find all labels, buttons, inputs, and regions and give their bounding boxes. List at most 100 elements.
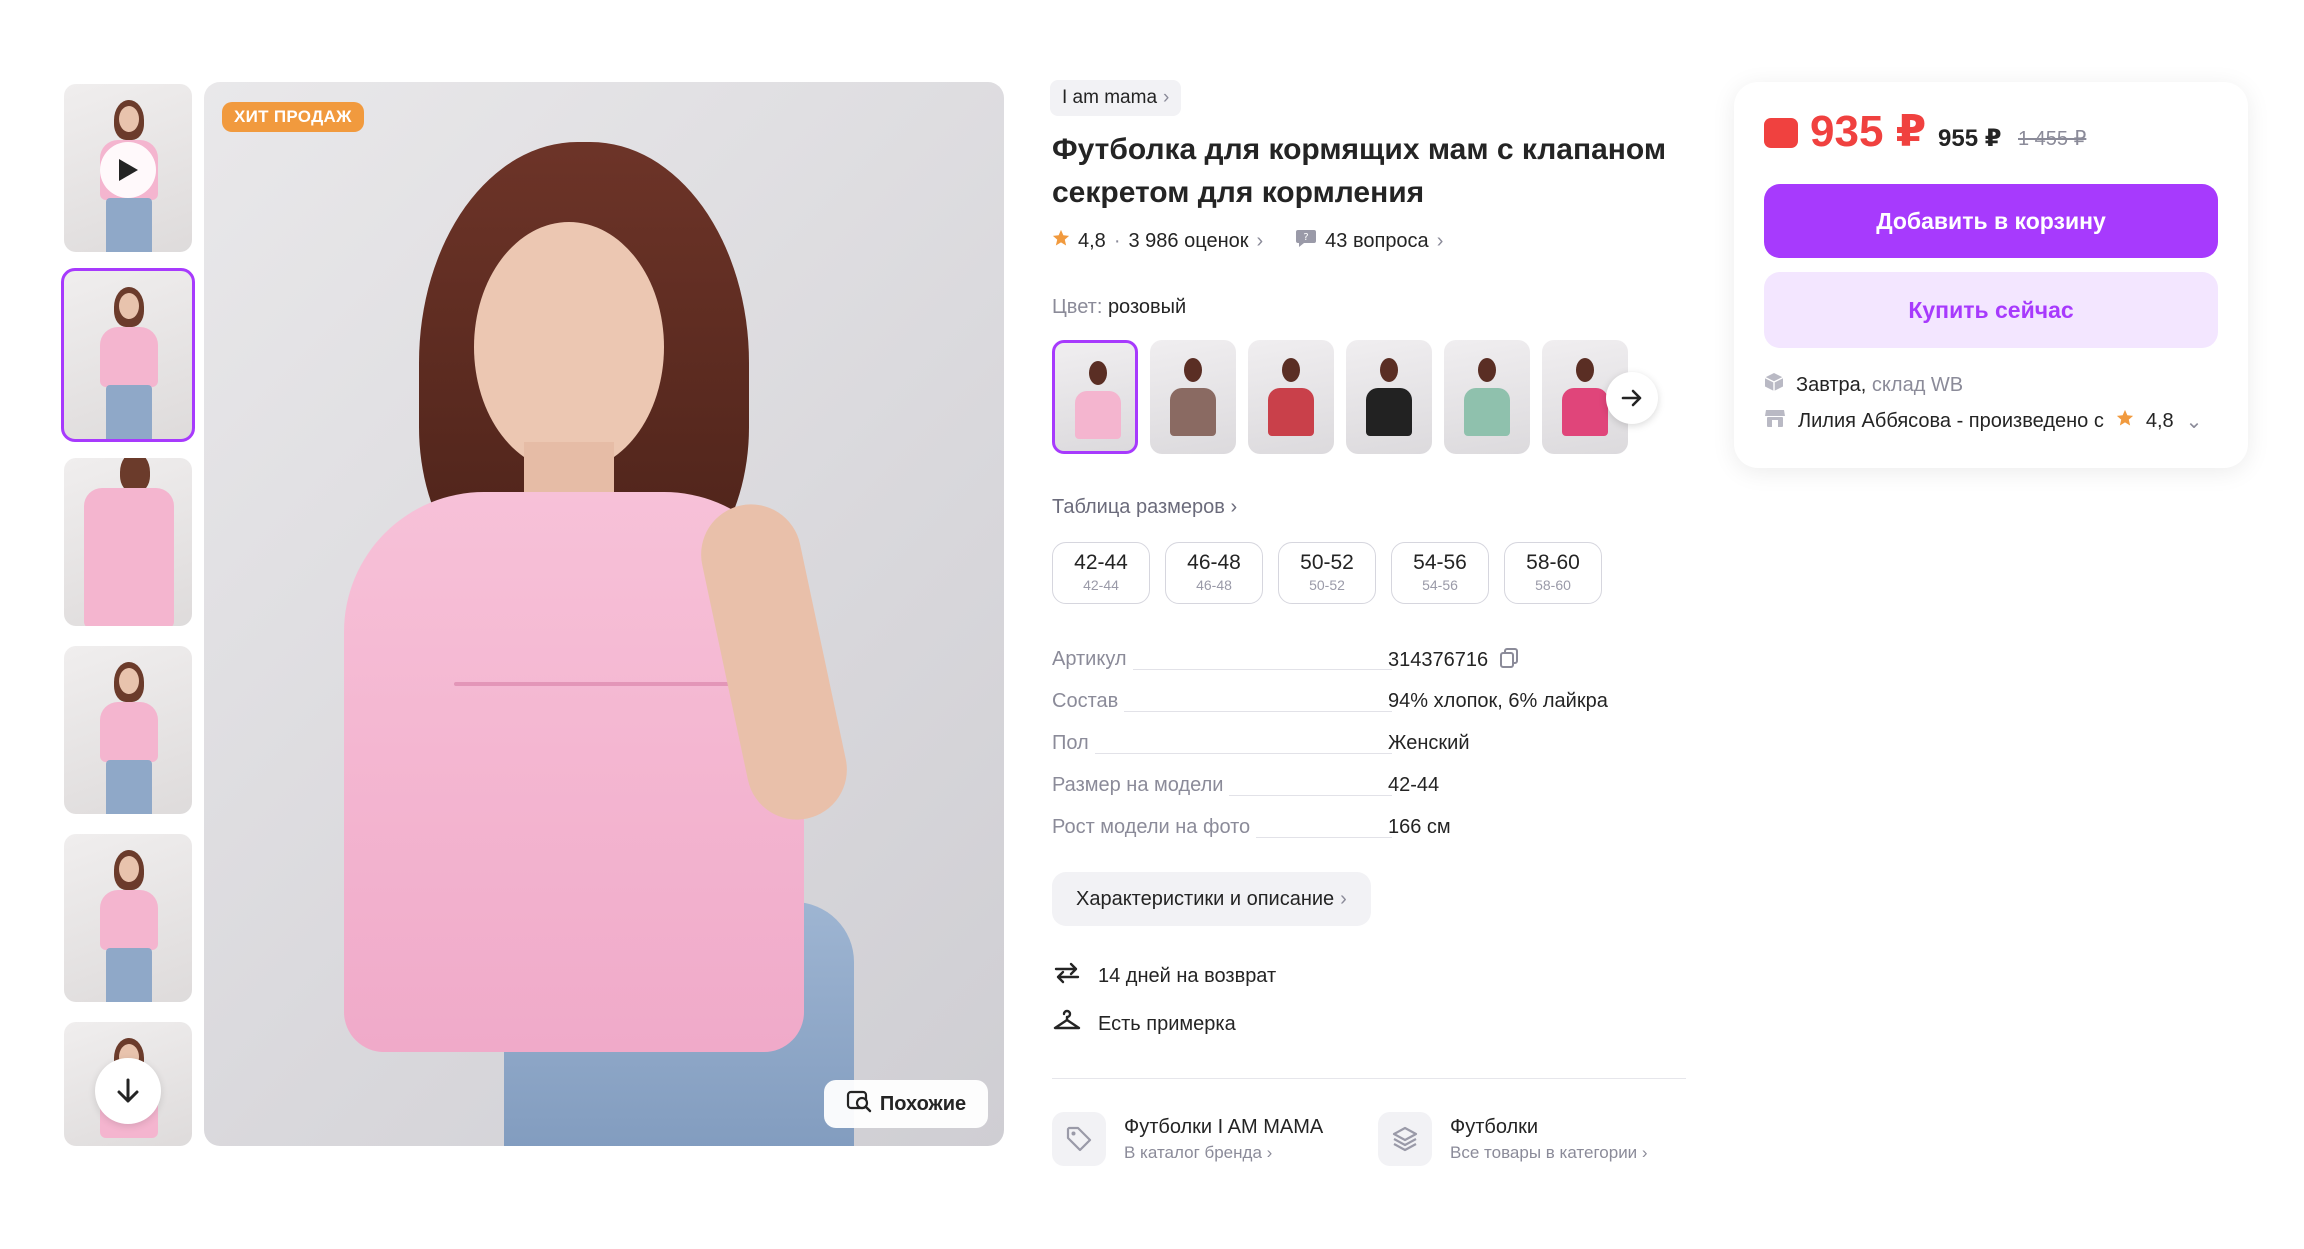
feature-text: Есть примерка (1098, 1012, 1236, 1035)
color-swatch-brown[interactable] (1150, 340, 1236, 454)
tag-icon (1052, 1112, 1106, 1166)
spec-key: Размер на модели (1052, 774, 1230, 797)
spec-row-composition: Состав 94% хлопок, 6% лайкра (1052, 690, 1672, 720)
chevron-right-icon: › (1163, 87, 1170, 108)
color-swatch-black[interactable] (1346, 340, 1432, 454)
size-button[interactable]: 58-60 58-60 (1504, 542, 1602, 604)
category-sub: Все товары в категории (1450, 1143, 1638, 1162)
spec-value: Женский (1388, 732, 1470, 754)
delivery-from: склад WB (1871, 373, 1964, 396)
color-swatch-pink[interactable] (1052, 340, 1138, 454)
arrow-right-icon[interactable] (1606, 372, 1658, 424)
spec-value-article: 314376716 (1388, 648, 1518, 674)
brand-catalog-link[interactable]: Футболки I AM MAMA В каталог бренда › (1052, 1112, 1323, 1166)
color-swatch-red[interactable] (1248, 340, 1334, 454)
size-button[interactable]: 50-52 50-52 (1278, 542, 1376, 604)
size-main: 42-44 (1074, 551, 1128, 574)
price-without-wallet: 955 ₽ (1938, 125, 2002, 152)
divider (1052, 1078, 1686, 1079)
seller-rating: 4,8 (2145, 409, 2174, 432)
color-value: розовый (1107, 296, 1187, 318)
spec-key: Рост модели на фото (1052, 816, 1257, 839)
bestseller-badge: ХИТ ПРОДАЖ (222, 102, 364, 132)
size-main: 46-48 (1187, 551, 1241, 574)
similar-button[interactable]: Похожие (824, 1080, 988, 1128)
spec-row-article: Артикул 314376716 (1052, 648, 1672, 678)
play-icon[interactable] (100, 142, 156, 198)
color-label: Цвет: (1052, 296, 1103, 318)
shop-icon (1764, 408, 1786, 434)
size-sub: 42-44 (1083, 577, 1119, 593)
thumbnail-photo-1[interactable] (61, 268, 195, 442)
feature-fitting: Есть примерка (1052, 1006, 1236, 1042)
similar-label: Похожие (879, 1092, 967, 1115)
feature-text: 14 дней на возврат (1098, 964, 1277, 987)
copy-icon[interactable] (1499, 648, 1518, 674)
size-table-link[interactable]: Таблица размеров › (1052, 496, 1237, 519)
chevron-right-icon: › (1641, 1143, 1648, 1162)
questions-icon: ? (1295, 228, 1317, 254)
size-main: 54-56 (1413, 551, 1467, 574)
color-swatch-mint[interactable] (1444, 340, 1530, 454)
thumbnail-photo-3[interactable] (64, 646, 192, 814)
rating-row: 4,8 · 3 986 оценок › ? 43 вопроса › (1052, 228, 1443, 254)
seller-info[interactable]: Лилия Аббясова - произведено с 4,8 ⌄ (1764, 408, 2202, 434)
box-icon (1764, 372, 1784, 398)
color-label-row: Цвет: розовый (1052, 296, 1186, 319)
thumbnail-photo-4[interactable] (64, 834, 192, 1002)
scroll-down-icon[interactable] (95, 1058, 161, 1124)
add-to-cart-button[interactable]: Добавить в корзину (1764, 184, 2218, 258)
return-arrows-icon (1052, 958, 1082, 994)
size-button[interactable]: 54-56 54-56 (1391, 542, 1489, 604)
wallet-icon (1764, 118, 1798, 148)
size-sub: 58-60 (1535, 577, 1571, 593)
spec-value: 166 см (1388, 816, 1451, 838)
spec-value: 94% хлопок, 6% лайкра (1388, 690, 1608, 712)
chevron-right-icon: › (1340, 888, 1347, 910)
price-old: 1 455 ₽ (2018, 128, 2087, 150)
size-main: 58-60 (1526, 551, 1580, 574)
feature-returns: 14 дней на возврат (1052, 958, 1276, 994)
star-icon (2116, 409, 2134, 433)
hanger-icon (1052, 1006, 1082, 1042)
category-sub: В каталог бренда (1124, 1143, 1262, 1162)
buy-now-button[interactable]: Купить сейчас (1764, 272, 2218, 348)
size-button[interactable]: 42-44 42-44 (1052, 542, 1150, 604)
svg-text:?: ? (1304, 232, 1309, 243)
size-sub: 54-56 (1422, 577, 1458, 593)
layers-icon (1378, 1112, 1432, 1166)
chevron-right-icon: › (1230, 496, 1238, 518)
price-current: 935 ₽ (1810, 107, 1927, 156)
delivery-info: Завтра, склад WB (1764, 372, 1963, 398)
size-main: 50-52 (1300, 551, 1354, 574)
category-title: Футболки I AM MAMA (1124, 1116, 1324, 1138)
brand-link[interactable]: I am mama › (1050, 80, 1182, 116)
buy-box: 935 ₽ 955 ₽ 1 455 ₽ Добавить в корзину К… (1734, 82, 2248, 468)
chevron-right-icon: › (1436, 229, 1444, 252)
delivery-day: Завтра, (1796, 373, 1867, 396)
star-icon (1052, 229, 1070, 253)
chevron-down-icon: ⌄ (2185, 410, 2203, 433)
category-link[interactable]: Футболки Все товары в категории › (1378, 1112, 1648, 1166)
characteristics-button[interactable]: Характеристики и описание › (1052, 872, 1371, 926)
chevron-right-icon: › (1256, 229, 1264, 252)
category-title: Футболки (1450, 1116, 1539, 1138)
spec-row-model-size: Размер на модели 42-44 (1052, 774, 1672, 804)
article-number: 314376716 (1388, 649, 1489, 671)
chevron-right-icon: › (1266, 1143, 1273, 1162)
spec-row-model-height: Рост модели на фото 166 см (1052, 816, 1672, 846)
main-product-photo[interactable]: ХИТ ПРОДАЖ Похожие (204, 82, 1004, 1146)
separator-dot: · (1113, 229, 1121, 252)
size-sub: 50-52 (1309, 577, 1345, 593)
spec-key: Пол (1052, 732, 1095, 755)
size-sub: 46-48 (1196, 577, 1232, 593)
size-table-label: Таблица размеров (1052, 496, 1225, 518)
rating-value: 4,8 (1078, 229, 1106, 252)
characteristics-label: Характеристики и описание (1076, 888, 1335, 910)
size-button[interactable]: 46-48 46-48 (1165, 542, 1263, 604)
thumbnail-photo-2[interactable] (64, 458, 192, 626)
questions-link[interactable]: 43 вопроса (1325, 230, 1429, 253)
image-search-icon (846, 1089, 872, 1119)
reviews-link[interactable]: 3 986 оценок (1128, 230, 1248, 253)
spec-row-gender: Пол Женский (1052, 732, 1672, 762)
